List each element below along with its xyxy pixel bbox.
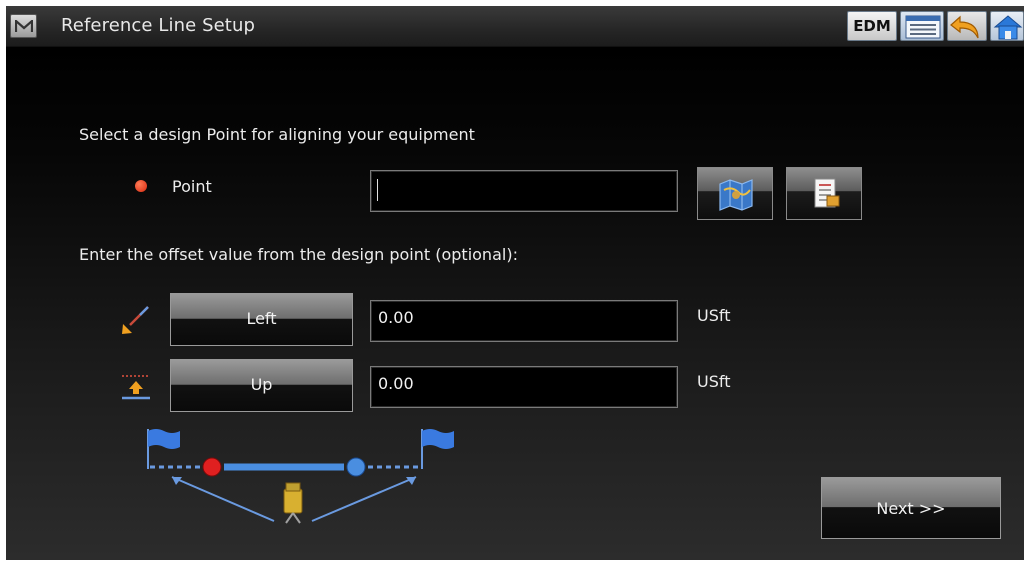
horizontal-direction-button[interactable]: Left (170, 293, 353, 346)
title-bar: Reference Line Setup EDM (6, 6, 1024, 47)
vertical-offset-input[interactable]: 0.00 (370, 366, 678, 408)
m-logo-icon[interactable] (10, 14, 37, 38)
next-button[interactable]: Next >> (821, 477, 1001, 539)
edm-button[interactable]: EDM (847, 11, 897, 41)
offset-instruction: Enter the offset value from the design p… (79, 245, 518, 264)
undo-button[interactable] (947, 11, 987, 41)
horizontal-offset-icon (122, 306, 149, 334)
vertical-direction-button[interactable]: Up (170, 359, 353, 412)
vertical-offset-unit: USft (697, 372, 731, 391)
point-status-dot (135, 180, 147, 192)
reference-line-diagram (147, 429, 454, 524)
window-title: Reference Line Setup (61, 15, 255, 36)
text-caret (377, 179, 378, 201)
vertical-offset-icon (122, 375, 150, 400)
point-label: Point (172, 177, 212, 196)
list-button[interactable] (900, 11, 944, 41)
list-icon (905, 15, 941, 39)
map-select-button[interactable] (697, 167, 773, 220)
home-icon (993, 15, 1023, 40)
horizontal-offset-unit: USft (697, 306, 731, 325)
horizontal-offset-input[interactable]: 0.00 (370, 300, 678, 342)
point-input[interactable] (370, 170, 678, 212)
point-list-button[interactable] (786, 167, 862, 220)
point-instruction: Select a design Point for aligning your … (79, 125, 475, 144)
map-icon (719, 179, 753, 211)
point-list-icon (814, 178, 840, 208)
undo-arrow-icon (950, 15, 979, 39)
main-panel: Select a design Point for aligning your … (6, 47, 1024, 560)
home-button[interactable] (990, 11, 1024, 41)
app-window: Reference Line Setup EDM Select a design… (6, 6, 1024, 560)
